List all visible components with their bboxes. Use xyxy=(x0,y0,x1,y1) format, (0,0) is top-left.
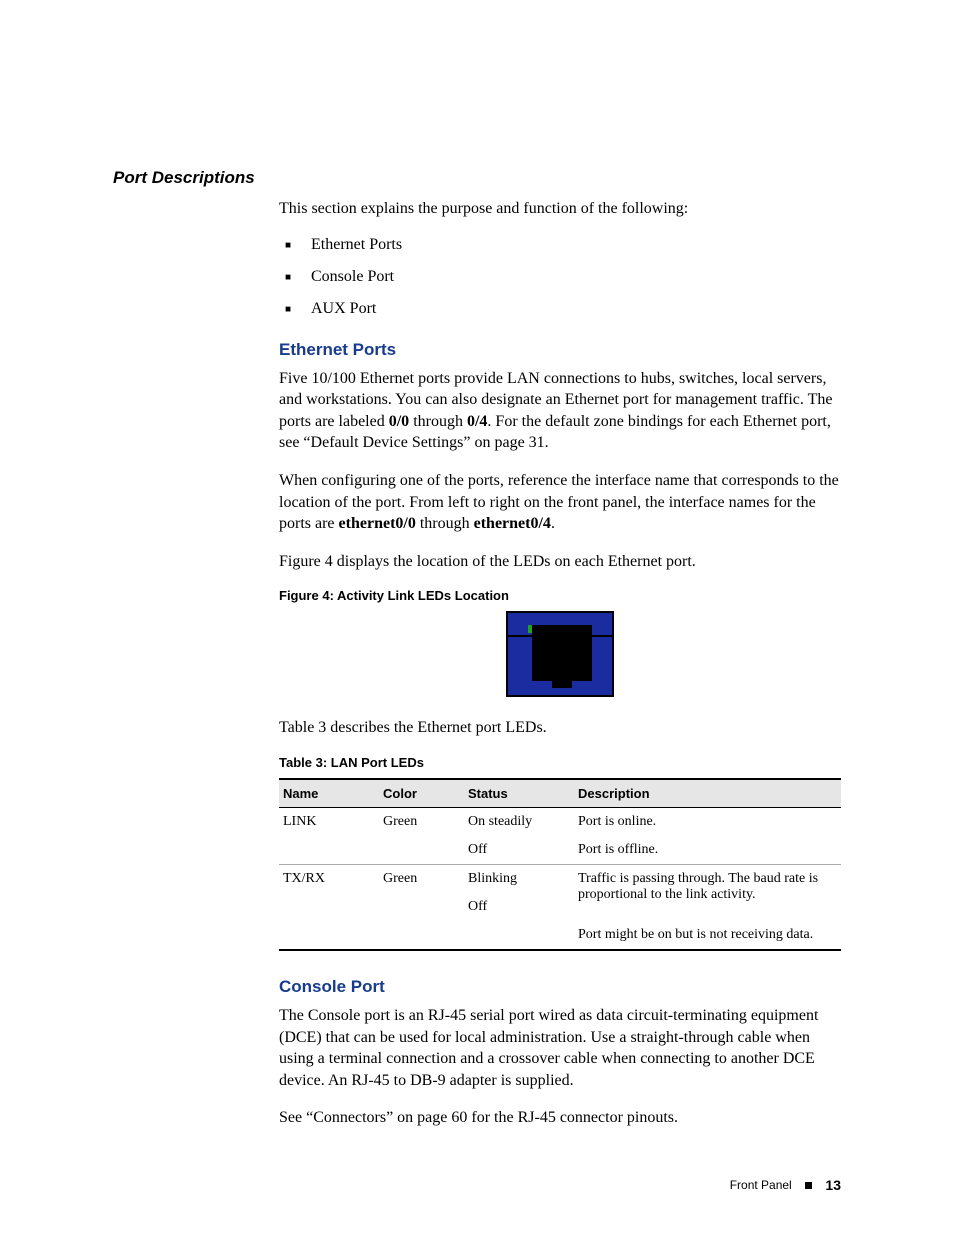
cell-desc: Port is online. xyxy=(574,807,841,836)
figure-caption: Figure 4: Activity Link LEDs Location xyxy=(279,588,841,603)
ethernet-p2: When configuring one of the ports, refer… xyxy=(279,470,841,535)
console-p2: See “Connectors” on page 60 for the RJ-4… xyxy=(279,1107,841,1129)
cell-desc: Traffic is passing through. The baud rat… xyxy=(574,864,841,921)
ethernet-port-diagram xyxy=(506,611,614,697)
cell-status: Off xyxy=(464,836,574,865)
table-caption: Table 3: LAN Port LEDs xyxy=(279,755,841,770)
rj45-port-icon xyxy=(532,625,592,681)
cell-status: Blinking xyxy=(464,864,574,893)
cell-desc: Port might be on but is not receiving da… xyxy=(574,921,841,950)
table-row: LINK Green On steadily Port is online. xyxy=(279,807,841,836)
section-title: Port Descriptions xyxy=(113,168,841,188)
cell-color xyxy=(379,836,464,865)
intro-text: This section explains the purpose and fu… xyxy=(279,198,841,220)
cell-name: TX/RX xyxy=(279,864,379,893)
bullet-icon xyxy=(805,1182,812,1189)
text: . xyxy=(551,515,555,532)
figure-4 xyxy=(279,611,841,697)
list-item: Console Port xyxy=(279,268,841,286)
cell-status: Off xyxy=(464,893,574,921)
bullet-list: Ethernet Ports Console Port AUX Port xyxy=(279,236,841,318)
cell-color xyxy=(379,921,464,950)
cell-name: LINK xyxy=(279,807,379,836)
cell-name xyxy=(279,921,379,950)
cell-status: On steadily xyxy=(464,807,574,836)
th-description: Description xyxy=(574,779,841,808)
ethernet-p4: Table 3 describes the Ethernet port LEDs… xyxy=(279,717,841,739)
led-table: Name Color Status Description LINK Green… xyxy=(279,778,841,951)
text-bold: 0/0 xyxy=(389,413,409,430)
table-row: Off Port is offline. xyxy=(279,836,841,865)
table-row: TX/RX Green Blinking Traffic is passing … xyxy=(279,864,841,893)
list-item: Ethernet Ports xyxy=(279,236,841,254)
console-p1: The Console port is an RJ-45 serial port… xyxy=(279,1005,841,1091)
ethernet-p1: Five 10/100 Ethernet ports provide LAN c… xyxy=(279,368,841,454)
ethernet-p3: Figure 4 displays the location of the LE… xyxy=(279,551,841,573)
footer-text: Front Panel xyxy=(730,1178,792,1192)
cell-color: Green xyxy=(379,864,464,893)
cell-name xyxy=(279,836,379,865)
ethernet-heading: Ethernet Ports xyxy=(279,340,841,360)
text: through xyxy=(409,413,467,430)
cell-status xyxy=(464,921,574,950)
console-heading: Console Port xyxy=(279,977,841,997)
cell-color xyxy=(379,893,464,921)
text-bold: 0/4 xyxy=(467,413,487,430)
text-bold: ethernet0/4 xyxy=(474,515,551,532)
th-color: Color xyxy=(379,779,464,808)
th-status: Status xyxy=(464,779,574,808)
page-number: 13 xyxy=(825,1177,841,1193)
cell-desc: Port is offline. xyxy=(574,836,841,865)
cell-name xyxy=(279,893,379,921)
cell-color: Green xyxy=(379,807,464,836)
table-row: Port might be on but is not receiving da… xyxy=(279,921,841,950)
page-footer: Front Panel 13 xyxy=(730,1177,841,1193)
text: through xyxy=(416,515,474,532)
list-item: AUX Port xyxy=(279,300,841,318)
text-bold: ethernet0/0 xyxy=(339,515,416,532)
table-header-row: Name Color Status Description xyxy=(279,779,841,808)
th-name: Name xyxy=(279,779,379,808)
